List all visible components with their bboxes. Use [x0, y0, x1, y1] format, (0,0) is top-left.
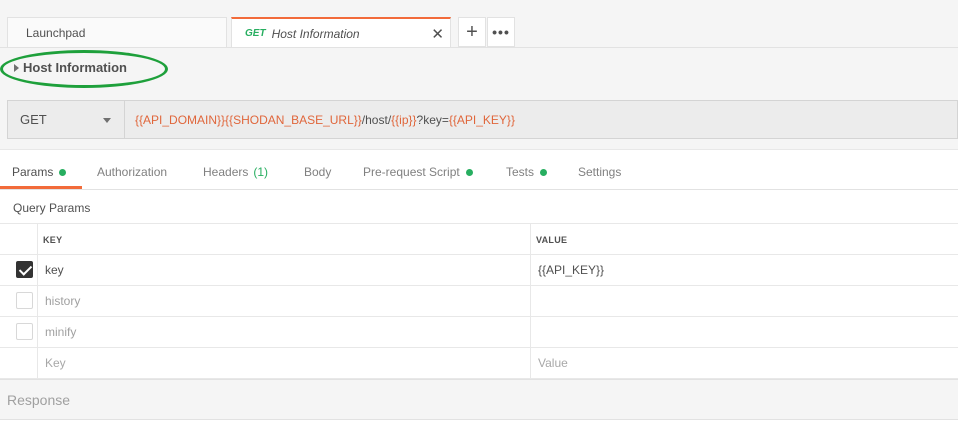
status-dot-icon: [465, 168, 473, 176]
param-key-cell[interactable]: minify: [45, 325, 76, 339]
row-checkbox[interactable]: [16, 292, 33, 309]
table-row: key {{API_KEY}}: [0, 255, 958, 286]
tab-headers[interactable]: Headers (1): [203, 165, 268, 179]
tab-pre-request-script[interactable]: Pre-request Script: [363, 165, 473, 179]
tab-bar: Launchpad GET Host Information ✕ + •••: [0, 0, 958, 48]
active-tab-indicator: [0, 186, 82, 189]
tab-host-information[interactable]: GET Host Information ✕: [231, 17, 451, 48]
tab-authorization-label: Authorization: [97, 165, 168, 179]
param-key-cell[interactable]: history: [45, 294, 80, 308]
response-label: Response: [7, 392, 71, 408]
row-checkbox[interactable]: [16, 261, 33, 278]
row-checkbox[interactable]: [16, 323, 33, 340]
tab-pre-request-script-label: Pre-request Script: [363, 165, 460, 179]
new-key-input[interactable]: Key: [45, 356, 66, 370]
url-input[interactable]: {{API_DOMAIN}}{{SHODAN_BASE_URL}}/host/{…: [124, 100, 958, 139]
request-tabs: Params Authorization Headers (1) Body Pre…: [0, 156, 958, 190]
close-icon[interactable]: ✕: [431, 25, 444, 43]
url-variable-ip: {{ip}}: [391, 112, 417, 127]
status-dot-icon: [540, 168, 548, 176]
chevron-down-icon: [103, 118, 111, 123]
annotation-ellipse: [0, 50, 168, 88]
tab-method-badge: GET: [245, 28, 266, 39]
tab-launchpad[interactable]: Launchpad: [7, 17, 227, 48]
new-tab-button[interactable]: +: [458, 17, 486, 47]
headers-count-badge: (1): [253, 165, 269, 179]
tab-headers-label: Headers: [203, 165, 249, 179]
tab-params-label: Params: [12, 165, 54, 179]
tab-body[interactable]: Body: [304, 165, 331, 179]
tab-settings[interactable]: Settings: [578, 165, 621, 179]
response-panel-header[interactable]: Response: [0, 379, 958, 420]
param-key-cell[interactable]: key: [45, 263, 64, 277]
tab-tests-label: Tests: [506, 165, 535, 179]
tab-authorization[interactable]: Authorization: [97, 165, 167, 179]
tab-tests[interactable]: Tests: [506, 165, 548, 179]
table-row: history: [0, 286, 958, 317]
param-value-cell[interactable]: {{API_KEY}}: [538, 263, 604, 277]
url-bar: GET {{API_DOMAIN}}{{SHODAN_BASE_URL}}/ho…: [0, 92, 958, 150]
table-row-new: Key Value: [0, 348, 958, 379]
column-header-key: KEY: [43, 235, 63, 245]
table-row: minify: [0, 317, 958, 348]
status-dot-icon: [59, 168, 67, 176]
method-select-value: GET: [20, 112, 47, 127]
plus-icon: +: [466, 20, 478, 43]
url-variable-api-key: {{API_KEY}}: [448, 112, 515, 127]
column-header-value: VALUE: [536, 235, 568, 245]
new-value-input[interactable]: Value: [538, 356, 568, 370]
more-icon: •••: [492, 24, 510, 40]
tab-params[interactable]: Params: [12, 165, 67, 179]
params-table-header: KEY VALUE: [0, 224, 958, 255]
tab-launchpad-label: Launchpad: [26, 25, 86, 40]
tab-host-information-label: Host Information: [271, 26, 360, 41]
url-path: /host/: [361, 112, 392, 127]
tab-settings-label: Settings: [578, 165, 622, 179]
url-variable-domain: {{API_DOMAIN}}{{SHODAN_BASE_URL}}: [135, 112, 362, 127]
url-query: ?key=: [416, 112, 449, 127]
more-tabs-button[interactable]: •••: [487, 17, 515, 47]
query-params-label: Query Params: [13, 201, 91, 215]
method-select[interactable]: GET: [7, 100, 124, 139]
tab-body-label: Body: [304, 165, 332, 179]
